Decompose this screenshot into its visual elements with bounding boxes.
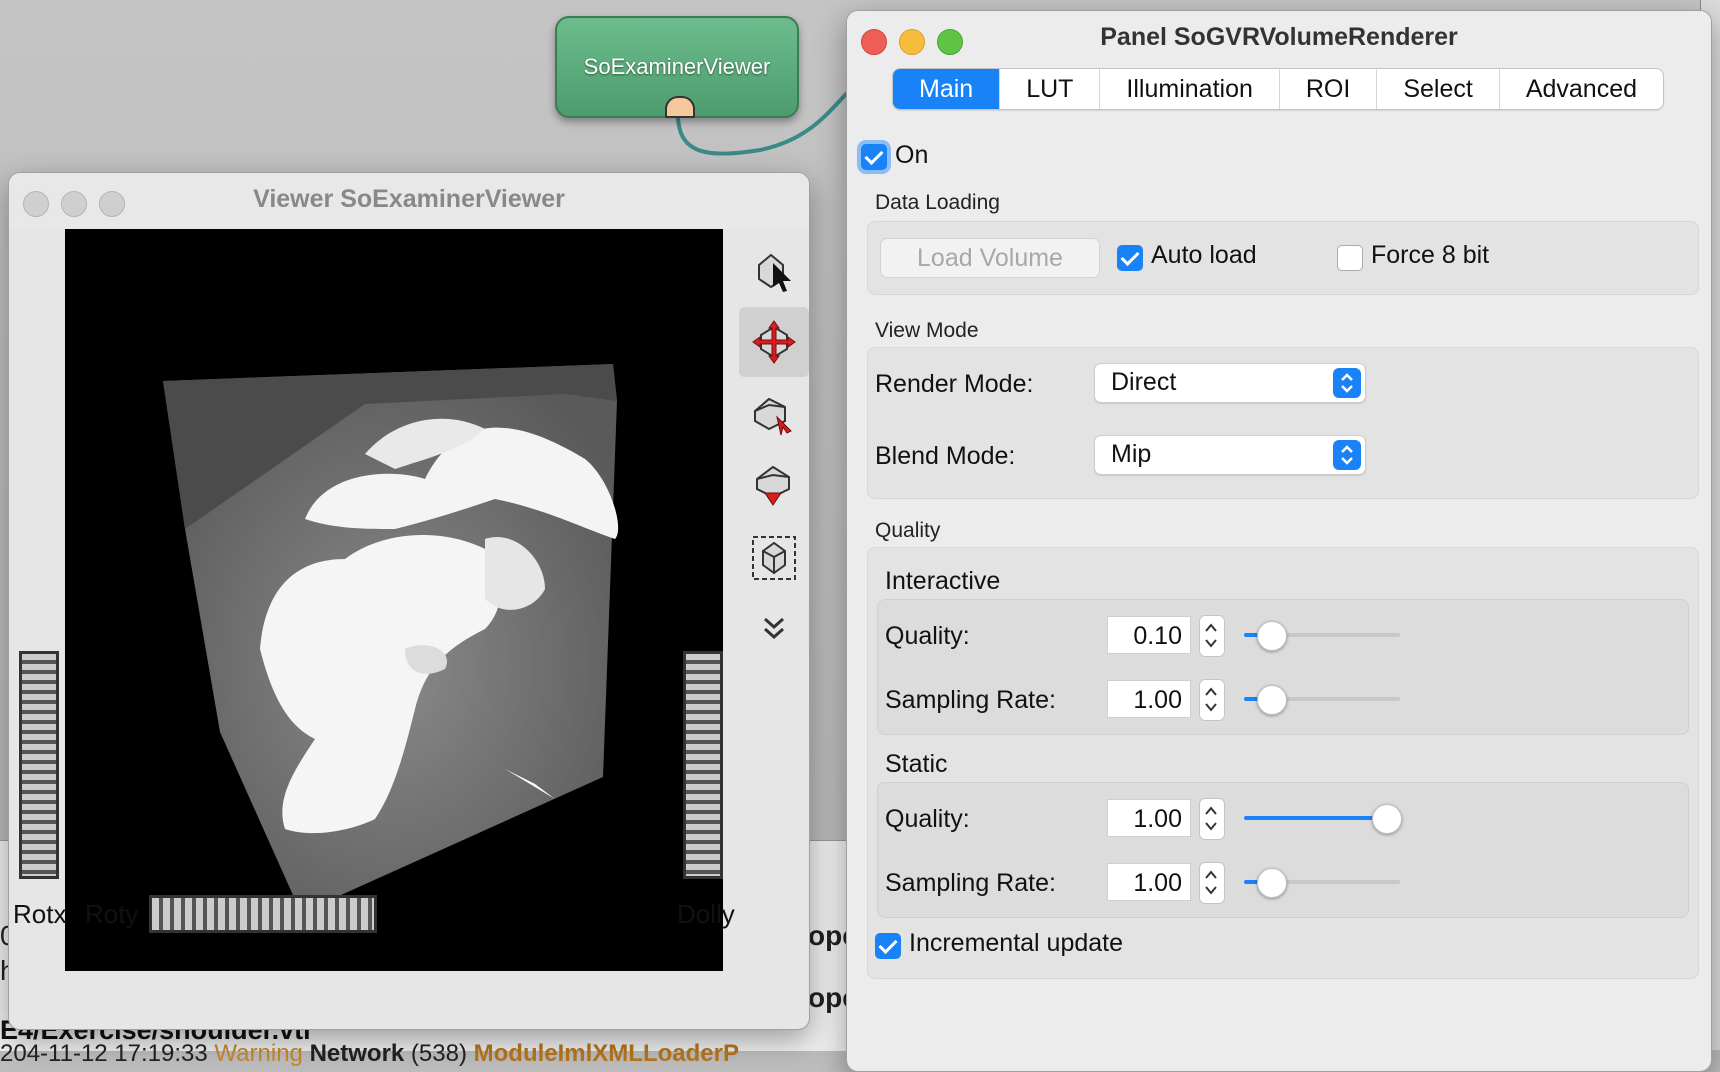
incremental-update-label: Incremental update	[909, 929, 1124, 957]
viewer-titlebar[interactable]: Viewer SoExaminerViewer	[9, 173, 809, 229]
pick-mode-button[interactable]	[739, 235, 809, 305]
tab-main[interactable]: Main	[893, 69, 1001, 109]
quality-heading: Quality	[875, 519, 941, 542]
on-checkbox[interactable]	[861, 144, 887, 170]
interactive-sampling-input[interactable]: 1.00	[1107, 680, 1191, 718]
tab-select[interactable]: Select	[1377, 69, 1500, 109]
static-quality-knob[interactable]	[1372, 804, 1402, 834]
panel-window: Panel SoGVRVolumeRenderer Main LUT Illum…	[846, 10, 1712, 1072]
viewer-window: Viewer SoExaminerViewer Rotx Roty Dolly	[8, 172, 810, 1030]
log-module: ModuleImlXMLLoaderP	[473, 1040, 739, 1067]
force-8bit-label: Force 8 bit	[1371, 241, 1490, 269]
render-viewport[interactable]	[65, 229, 723, 971]
slider-fill	[1244, 816, 1386, 820]
chevron-double-down-icon	[764, 617, 784, 640]
auto-load-checkbox[interactable]	[1117, 245, 1143, 271]
static-sampling-stepper[interactable]	[1199, 862, 1225, 904]
interactive-heading: Interactive	[885, 567, 1001, 595]
set-home-button[interactable]	[739, 379, 809, 449]
view-all-icon	[752, 536, 796, 580]
static-sampling-knob[interactable]	[1256, 868, 1287, 898]
static-heading: Static	[885, 750, 948, 778]
rotx-label: Rotx	[13, 899, 67, 929]
static-sampling-label: Sampling Rate:	[885, 869, 1056, 897]
render-mode-value: Direct	[1111, 368, 1177, 396]
stepper-arrows-icon	[1205, 806, 1217, 831]
interactive-quality-knob[interactable]	[1256, 621, 1287, 651]
log-level: Warning	[214, 1040, 303, 1067]
dolly-label: Dolly	[677, 899, 735, 929]
tab-illumination[interactable]: Illumination	[1100, 69, 1280, 109]
select-arrows-icon	[1333, 368, 1361, 398]
panel-titlebar[interactable]: Panel SoGVRVolumeRenderer	[847, 11, 1711, 67]
module-output-port[interactable]	[665, 96, 695, 118]
pick-cursor-icon	[758, 253, 791, 292]
stepper-arrows-icon	[1205, 623, 1217, 648]
auto-load-label: Auto load	[1151, 241, 1257, 269]
log-source: Network	[309, 1040, 405, 1067]
stepper-arrows-icon	[1205, 687, 1217, 712]
select-arrows-icon	[1333, 440, 1361, 470]
interactive-sampling-knob[interactable]	[1256, 685, 1287, 715]
interactive-quality-stepper[interactable]	[1199, 615, 1225, 657]
rotate-move-icon	[752, 320, 796, 364]
go-home-button[interactable]	[739, 451, 809, 521]
home-goto-icon	[756, 465, 790, 506]
tab-lut[interactable]: LUT	[1000, 69, 1101, 109]
roty-wheel[interactable]	[149, 895, 377, 933]
interactive-sampling-stepper[interactable]	[1199, 679, 1225, 721]
tab-roi[interactable]: ROI	[1280, 69, 1378, 109]
static-quality-input[interactable]: 1.00	[1107, 799, 1191, 837]
console-log-line: 204-11-12 17:19:33 Warning Network (538)…	[0, 1040, 739, 1068]
roty-label: Roty	[85, 899, 139, 929]
on-label: On	[895, 141, 929, 169]
volume-rendering-image	[163, 364, 619, 913]
interactive-sampling-label: Sampling Rate:	[885, 686, 1056, 714]
panel-title: Panel SoGVRVolumeRenderer	[1100, 23, 1458, 51]
view-mode-button[interactable]	[739, 307, 809, 377]
static-quality-stepper[interactable]	[1199, 798, 1225, 840]
view-all-button[interactable]	[739, 523, 809, 593]
view-mode-heading: View Mode	[875, 319, 979, 342]
dolly-wheel[interactable]	[683, 651, 723, 879]
static-sampling-input[interactable]: 1.00	[1107, 863, 1191, 901]
load-volume-button[interactable]: Load Volume	[880, 238, 1100, 278]
static-quality-label: Quality:	[885, 805, 970, 833]
interactive-quality-label: Quality:	[885, 622, 970, 650]
render-mode-select[interactable]: Direct	[1094, 363, 1366, 403]
log-code: (538)	[410, 1040, 467, 1067]
log-timestamp: 204-11-12 17:19:33	[0, 1040, 208, 1067]
blend-mode-select[interactable]: Mip	[1094, 435, 1366, 475]
tab-advanced[interactable]: Advanced	[1500, 69, 1663, 109]
stepper-arrows-icon	[1205, 870, 1217, 895]
viewer-title: Viewer SoExaminerViewer	[253, 185, 565, 213]
interactive-quality-input[interactable]: 0.10	[1107, 616, 1191, 654]
force-8bit-checkbox[interactable]	[1337, 245, 1363, 271]
home-set-icon	[754, 397, 792, 436]
incremental-update-checkbox[interactable]	[875, 933, 901, 959]
rotx-wheel[interactable]	[19, 651, 59, 879]
blend-mode-label: Blend Mode:	[875, 442, 1016, 470]
data-loading-heading: Data Loading	[875, 191, 1000, 214]
panel-tabs: Main LUT Illumination ROI Select Advance…	[892, 68, 1665, 110]
viewer-toolbar	[731, 229, 809, 971]
blend-mode-value: Mip	[1111, 440, 1152, 468]
more-tools-button[interactable]	[739, 595, 809, 665]
render-mode-label: Render Mode:	[875, 370, 1034, 398]
